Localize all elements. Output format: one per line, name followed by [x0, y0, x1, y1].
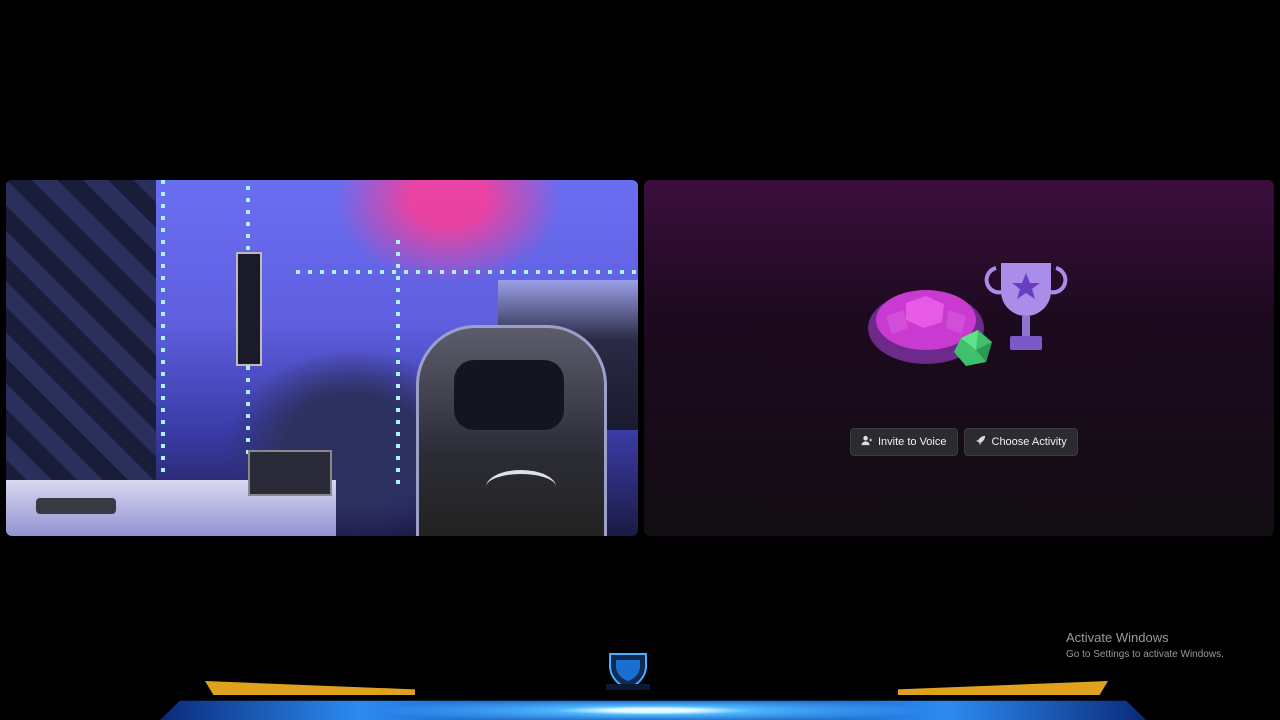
activity-tile: Invite to Voice Choose Activity — [644, 180, 1274, 536]
invite-to-voice-button[interactable]: Invite to Voice — [850, 428, 958, 456]
watermark-title: Activate Windows — [1066, 630, 1169, 645]
stream-logo-icon — [606, 653, 650, 690]
overlay-gold-stripe-right — [898, 681, 1108, 695]
rocket-icon — [975, 435, 986, 449]
choose-activity-label: Choose Activity — [991, 436, 1067, 448]
chair-pillow — [454, 360, 564, 430]
activity-illustration — [868, 263, 1068, 366]
led-strip — [161, 180, 165, 500]
activity-actions: Invite to Voice Choose Activity — [850, 428, 1078, 456]
led-strip — [396, 240, 400, 490]
speaker — [248, 450, 332, 496]
gaming-chair — [416, 325, 607, 536]
phone — [36, 498, 116, 514]
choose-activity-button[interactable]: Choose Activity — [963, 428, 1078, 456]
led-strip — [296, 270, 636, 274]
add-user-icon — [861, 435, 872, 449]
windows-activation-watermark: Activate Windows Go to Settings to activ… — [1066, 630, 1224, 660]
watermark-subtitle: Go to Settings to activate Windows. — [1066, 649, 1224, 660]
overlay-gold-stripe-left — [205, 681, 415, 695]
chair-logo — [486, 470, 556, 504]
wall-frame — [236, 252, 262, 366]
webcam-video-tile[interactable] — [6, 180, 638, 536]
invite-to-voice-label: Invite to Voice — [878, 436, 947, 448]
